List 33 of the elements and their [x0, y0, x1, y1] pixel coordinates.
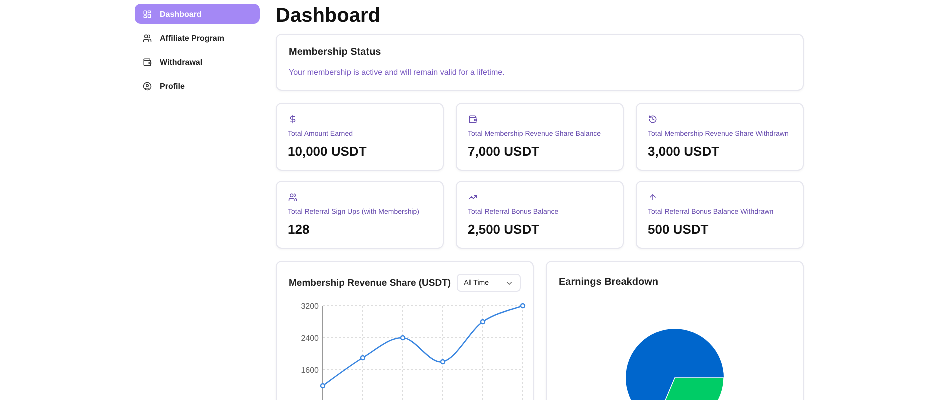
status-message: Your membership is active and will remain valid for a lifetime. [289, 68, 506, 77]
stat-value: 10,000 USDT [288, 144, 368, 159]
data-point [320, 383, 326, 389]
stat-value: 2,500 USDT [468, 222, 541, 237]
users-icon [288, 193, 298, 202]
trending-up-icon [468, 193, 478, 202]
dashboard-icon [143, 10, 152, 18]
card-title: Membership Status [289, 47, 382, 58]
data-point [360, 355, 366, 361]
chart-title: Membership Revenue Share (USDT) [289, 278, 452, 288]
data-point [480, 319, 486, 325]
axis-tick-label: 2400 [301, 334, 319, 343]
axis-tick-label: 1600 [301, 366, 319, 375]
sidebar-item[interactable]: Profile [135, 76, 260, 96]
sidebar-item[interactable]: Withdrawal [135, 52, 260, 72]
dollar-icon [288, 115, 298, 124]
stat-value: 128 [288, 222, 311, 237]
axis-tick-label: 3200 [301, 302, 319, 311]
stat-value: 7,000 USDT [468, 144, 541, 159]
users-icon [143, 34, 152, 42]
stat-value: 3,000 USDT [648, 144, 721, 159]
stat-value: 500 USDT [648, 222, 710, 237]
data-point [520, 303, 526, 309]
history-icon [648, 115, 658, 124]
wallet-icon [468, 115, 478, 124]
wallet-icon [143, 58, 152, 66]
chart-title: Earnings Breakdown [559, 277, 660, 288]
data-point [440, 359, 446, 365]
data-point [400, 335, 406, 341]
user-circle-icon [143, 82, 152, 90]
sidebar-item[interactable]: Affiliate Program [135, 28, 260, 48]
arrow-up-icon [648, 193, 658, 202]
page-title: Dashboard [276, 4, 382, 28]
